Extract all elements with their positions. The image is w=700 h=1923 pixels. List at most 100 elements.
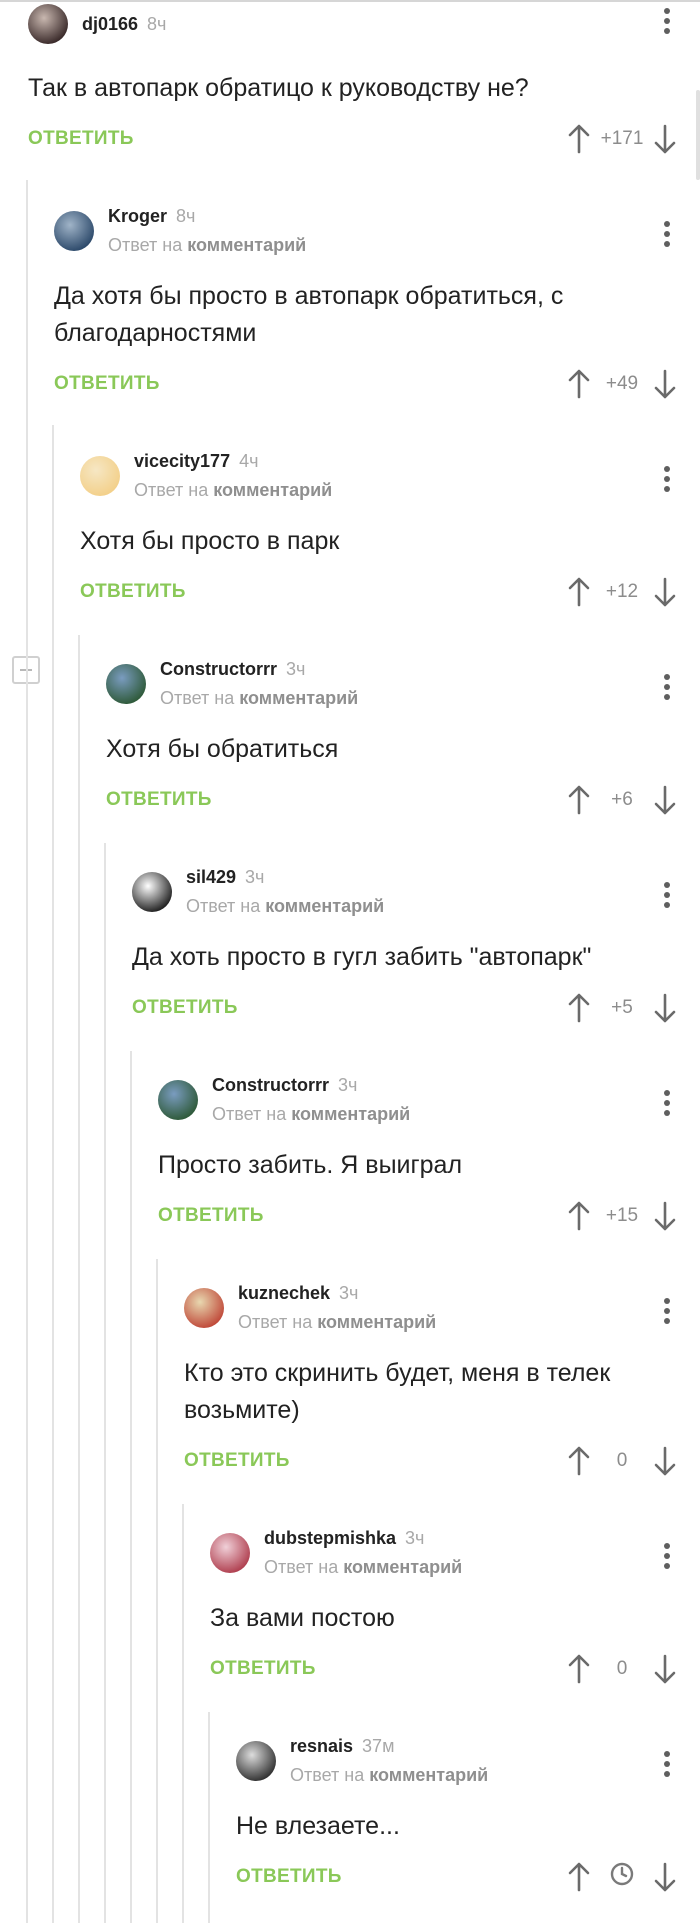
upvote-arrow-icon[interactable] <box>566 1861 592 1893</box>
author-name[interactable]: dj0166 <box>82 14 138 35</box>
reply-to-link[interactable]: комментарий <box>213 480 332 500</box>
comment-text: Не влезаете... <box>236 1812 400 1840</box>
rating-value: +15 <box>605 1205 639 1226</box>
comment-header: Constructorrr 3ч Ответ на комментарий <box>106 659 358 708</box>
reply-to-prefix: Ответ на <box>212 1104 287 1124</box>
downvote-arrow-icon[interactable] <box>652 123 678 155</box>
avatar[interactable] <box>158 1080 198 1120</box>
more-menu-icon[interactable] <box>664 1543 670 1569</box>
upvote-arrow-icon[interactable] <box>566 1200 592 1232</box>
reply-button[interactable]: ОТВЕТИТЬ <box>54 373 160 395</box>
reply-to-link[interactable]: комментарий <box>369 1765 488 1785</box>
upvote-arrow-icon[interactable] <box>566 576 592 608</box>
reply-to-link[interactable]: комментарий <box>187 235 306 255</box>
thread-line[interactable] <box>78 635 80 1923</box>
author-name[interactable]: Constructorrr <box>212 1075 329 1096</box>
downvote-arrow-icon[interactable] <box>652 576 678 608</box>
reply-button[interactable]: ОТВЕТИТЬ <box>80 581 186 603</box>
rating-value: +6 <box>611 789 633 810</box>
reply-to-line: Ответ на комментарий <box>212 1104 410 1125</box>
downvote-arrow-icon[interactable] <box>652 1861 678 1893</box>
upvote-arrow-icon[interactable] <box>566 368 592 400</box>
thread-line[interactable] <box>156 1259 158 1923</box>
comment-meta: dj0166 8ч <box>82 14 166 35</box>
downvote-arrow-icon[interactable] <box>652 784 678 816</box>
author-row: Kroger 8ч <box>108 206 306 227</box>
comment: Constructorrr 3ч Ответ на комментарий Хотя … <box>106 659 700 823</box>
rating-value: +171 <box>600 128 644 149</box>
author-name[interactable]: Constructorrr <box>160 659 277 680</box>
upvote-arrow-icon[interactable] <box>566 123 592 155</box>
avatar[interactable] <box>184 1288 224 1328</box>
rating-controls: +12 <box>566 575 678 609</box>
reply-button[interactable]: ОТВЕТИТЬ <box>132 997 238 1019</box>
author-name[interactable]: resnais <box>290 1736 353 1757</box>
thread-line[interactable] <box>208 1712 210 1923</box>
comment-time: 8ч <box>147 13 167 34</box>
more-menu-icon[interactable] <box>664 1751 670 1777</box>
reply-to-prefix: Ответ на <box>290 1765 365 1785</box>
reply-button[interactable]: ОТВЕТИТЬ <box>28 128 134 150</box>
reply-button[interactable]: ОТВЕТИТЬ <box>106 789 212 811</box>
avatar[interactable] <box>80 456 120 496</box>
more-menu-icon[interactable] <box>664 1298 670 1324</box>
avatar[interactable] <box>28 4 68 44</box>
comment: Kroger 8ч Ответ на комментарий Да хотя бы п… <box>54 206 700 407</box>
reply-button[interactable]: ОТВЕТИТЬ <box>184 1450 290 1472</box>
downvote-arrow-icon[interactable] <box>652 368 678 400</box>
avatar[interactable] <box>132 872 172 912</box>
thread-line[interactable] <box>104 843 106 1923</box>
upvote-arrow-icon[interactable] <box>566 784 592 816</box>
author-row: Constructorrr 3ч <box>160 659 358 680</box>
downvote-arrow-icon[interactable] <box>652 1653 678 1685</box>
reply-to-line: Ответ на комментарий <box>108 235 306 256</box>
reply-to-prefix: Ответ на <box>238 1312 313 1332</box>
upvote-arrow-icon[interactable] <box>566 1653 592 1685</box>
thread-line[interactable] <box>26 180 28 1923</box>
rating-value: 0 <box>616 1450 628 1471</box>
author-row: vicecity177 4ч <box>134 451 332 472</box>
comment-text: Просто забить. Я выиграл <box>158 1151 463 1179</box>
thread-line[interactable] <box>130 1051 132 1923</box>
reply-button[interactable]: ОТВЕТИТЬ <box>158 1205 264 1227</box>
comment-header: dubstepmishka 3ч Ответ на комментарий <box>210 1528 462 1577</box>
more-menu-icon[interactable] <box>664 8 670 34</box>
reply-to-link[interactable]: комментарий <box>291 1104 410 1124</box>
author-name[interactable]: sil429 <box>186 867 236 888</box>
comment-header: resnais 37м Ответ на комментарий <box>236 1736 488 1785</box>
comment: kuznechek 3ч Ответ на комментарий Кто это с… <box>184 1283 700 1484</box>
reply-to-link[interactable]: комментарий <box>317 1312 436 1332</box>
upvote-arrow-icon[interactable] <box>566 992 592 1024</box>
author-name[interactable]: Kroger <box>108 206 167 227</box>
more-menu-icon[interactable] <box>664 221 670 247</box>
more-menu-icon[interactable] <box>664 1090 670 1116</box>
reply-button[interactable]: ОТВЕТИТЬ <box>236 1866 342 1888</box>
downvote-arrow-icon[interactable] <box>652 1200 678 1232</box>
clock-icon <box>592 1861 652 1893</box>
avatar[interactable] <box>210 1533 250 1573</box>
upvote-arrow-icon[interactable] <box>566 1445 592 1477</box>
thread-line[interactable] <box>52 425 54 1923</box>
comment: dj0166 8ч Так в автопарк обратицо к руково… <box>28 0 700 162</box>
avatar[interactable] <box>236 1741 276 1781</box>
comment-time: 3ч <box>245 867 265 887</box>
downvote-arrow-icon[interactable] <box>652 1445 678 1477</box>
more-menu-icon[interactable] <box>664 466 670 492</box>
thread-line[interactable] <box>182 1504 184 1923</box>
downvote-arrow-icon[interactable] <box>652 992 678 1024</box>
author-name[interactable]: dubstepmishka <box>264 1528 396 1549</box>
author-name[interactable]: vicecity177 <box>134 451 230 472</box>
more-menu-icon[interactable] <box>664 674 670 700</box>
comment: sil429 3ч Ответ на комментарий Да хоть прос… <box>132 867 700 1031</box>
comment-header: sil429 3ч Ответ на комментарий <box>132 867 384 917</box>
more-menu-icon[interactable] <box>664 882 670 908</box>
avatar[interactable] <box>106 664 146 704</box>
reply-to-link[interactable]: комментарий <box>343 1557 462 1577</box>
reply-to-link[interactable]: комментарий <box>239 688 358 708</box>
reply-to-link[interactable]: комментарий <box>265 896 384 916</box>
comment-meta: sil429 3ч Ответ на комментарий <box>186 867 384 917</box>
avatar[interactable] <box>54 211 94 251</box>
reply-button[interactable]: ОТВЕТИТЬ <box>210 1658 316 1680</box>
author-name[interactable]: kuznechek <box>238 1283 330 1304</box>
rating-value: +49 <box>605 373 639 394</box>
